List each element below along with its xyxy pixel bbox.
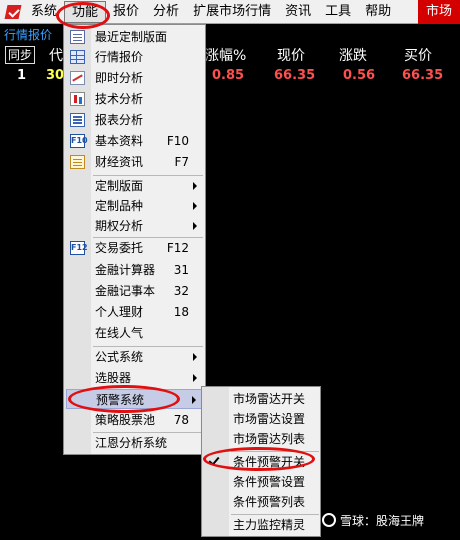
row-change-pct: 0.85	[212, 68, 245, 83]
menu-help[interactable]: 帮助	[358, 1, 398, 23]
menu-item-label: 策略股票池	[95, 413, 156, 427]
sync-button[interactable]: 同步	[5, 46, 36, 64]
menu-item-basic-info[interactable]: F10 基本资料 F10	[66, 131, 203, 151]
row-code: 30	[46, 68, 65, 83]
menu-item-shortcut: 18	[173, 305, 189, 319]
menu-item-label: 财经资讯	[95, 155, 144, 169]
menu-item-label: 条件预警设置	[233, 475, 306, 489]
menu-item-label: 基本资料	[95, 134, 144, 148]
doc-icon	[70, 30, 85, 44]
menu-item-label: 期权分析	[95, 219, 144, 233]
annotation-oval-condition-alert	[203, 447, 315, 471]
menu-item-options-analysis[interactable]: 期权分析	[66, 216, 203, 236]
annotation-oval-alert-system	[68, 385, 180, 413]
menu-item-financial-notebook[interactable]: 金融记事本 32	[66, 281, 203, 301]
menu-item-label: 金融记事本	[95, 284, 156, 298]
header-change[interactable]: 涨跌	[339, 45, 367, 65]
menu-item-label: 市场雷达设置	[233, 412, 306, 426]
menu-item-finance-news[interactable]: 财经资讯 F7	[66, 152, 203, 172]
menu-item-shortcut: 31	[173, 263, 189, 277]
line-chart-icon	[70, 71, 85, 85]
submenu-arrow-icon	[193, 222, 197, 230]
menu-item-label: 即时分析	[95, 71, 144, 85]
submenu-arrow-icon	[193, 202, 197, 210]
menu-item-label: 最近定制版面	[95, 30, 168, 44]
watermark: 雪球：股海王牌	[322, 510, 456, 532]
menu-item-shortcut: F12	[166, 241, 189, 255]
menu-analysis[interactable]: 分析	[146, 1, 186, 23]
header-bid[interactable]: 买价	[404, 45, 432, 65]
menu-item-label: 主力监控精灵	[233, 518, 306, 532]
grid-icon	[70, 50, 85, 64]
submenu-arrow-icon	[193, 353, 197, 361]
menu-item-financial-calculator[interactable]: 金融计算器 31	[66, 260, 203, 280]
menu-info[interactable]: 资讯	[278, 1, 318, 23]
menu-item-label: 在线人气	[95, 326, 144, 340]
annotation-oval-function-menu	[56, 2, 110, 29]
menu-item-custom-symbols[interactable]: 定制品种	[66, 196, 203, 216]
menu-item-label: 市场雷达开关	[233, 392, 306, 406]
row-index: 1	[17, 68, 27, 83]
menu-item-label: 条件预警列表	[233, 495, 306, 509]
header-code[interactable]: 代	[49, 45, 63, 65]
menu-item-condition-alert-settings[interactable]: 条件预警设置	[204, 472, 318, 492]
menu-item-shortcut: 32	[173, 284, 189, 298]
menu-item-shortcut: F10	[166, 134, 189, 148]
tab-quote-list[interactable]: 行情报价	[4, 26, 52, 43]
menu-item-label: 金融计算器	[95, 263, 156, 277]
menu-item-label: 技术分析	[95, 92, 144, 106]
menu-item-label: 行情报价	[95, 50, 144, 64]
f10-icon: F10	[70, 134, 88, 148]
snowball-logo-icon	[322, 513, 336, 527]
row-change: 0.56	[343, 68, 376, 83]
menu-item-online-popularity[interactable]: 在线人气	[66, 323, 203, 343]
menu-item-personal-finance[interactable]: 个人理财 18	[66, 302, 203, 322]
menu-item-label: 个人理财	[95, 305, 144, 319]
menu-item-shortcut: F7	[174, 155, 189, 169]
menu-item-recent-layout[interactable]: 最近定制版面	[66, 27, 203, 47]
submenu-arrow-icon	[193, 374, 197, 382]
menu-item-formula-system[interactable]: 公式系统	[66, 347, 203, 367]
menu-item-label: 市场雷达列表	[233, 432, 306, 446]
header-price[interactable]: 现价	[277, 45, 305, 65]
menu-item-label: 江恩分析系统	[95, 436, 168, 450]
menu-item-custom-layout[interactable]: 定制版面	[66, 176, 203, 196]
menu-item-label: 定制品种	[95, 199, 144, 213]
menu-extended-market[interactable]: 扩展市场行情	[186, 1, 278, 23]
candle-icon	[70, 92, 85, 106]
menu-item-label: 定制版面	[95, 179, 144, 193]
menu-item-radar-list[interactable]: 市场雷达列表	[204, 429, 318, 449]
report-icon	[70, 113, 85, 127]
submenu-arrow-icon	[193, 182, 197, 190]
menu-item-quote-list[interactable]: 行情报价	[66, 47, 203, 67]
menu-item-condition-alert-list[interactable]: 条件预警列表	[204, 492, 318, 512]
menu-item-label: 公式系统	[95, 350, 144, 364]
row-bid: 66.35	[402, 68, 444, 83]
menu-tools[interactable]: 工具	[318, 1, 358, 23]
watermark-text: 雪球：股海王牌	[340, 514, 425, 528]
menu-item-realtime-analysis[interactable]: 即时分析	[66, 68, 203, 88]
menu-market[interactable]: 市场	[417, 0, 460, 24]
menu-item-label: 交易委托	[95, 241, 144, 255]
menu-item-gann-analysis[interactable]: 江恩分析系统	[66, 433, 203, 453]
menu-item-radar-toggle[interactable]: 市场雷达开关	[204, 389, 318, 409]
menu-item-main-force-monitor[interactable]: 主力监控精灵	[204, 515, 318, 535]
menu-item-shortcut: 78	[173, 413, 189, 427]
menu-quote[interactable]: 报价	[106, 1, 146, 23]
f12-icon: F12	[70, 241, 88, 255]
menu-item-radar-settings[interactable]: 市场雷达设置	[204, 409, 318, 429]
header-change-pct[interactable]: 涨幅%	[205, 45, 246, 65]
menu-item-strategy-pool[interactable]: 策略股票池 78	[66, 410, 203, 430]
app-logo-icon[interactable]	[4, 3, 24, 21]
menu-item-label: 报表分析	[95, 113, 144, 127]
row-price: 66.35	[274, 68, 316, 83]
news-icon	[70, 155, 85, 169]
menu-item-technical-analysis[interactable]: 技术分析	[66, 89, 203, 109]
menu-item-report-analysis[interactable]: 报表分析	[66, 110, 203, 130]
menu-item-trade-order[interactable]: F12 交易委托 F12	[66, 238, 203, 258]
submenu-arrow-icon	[192, 396, 196, 404]
